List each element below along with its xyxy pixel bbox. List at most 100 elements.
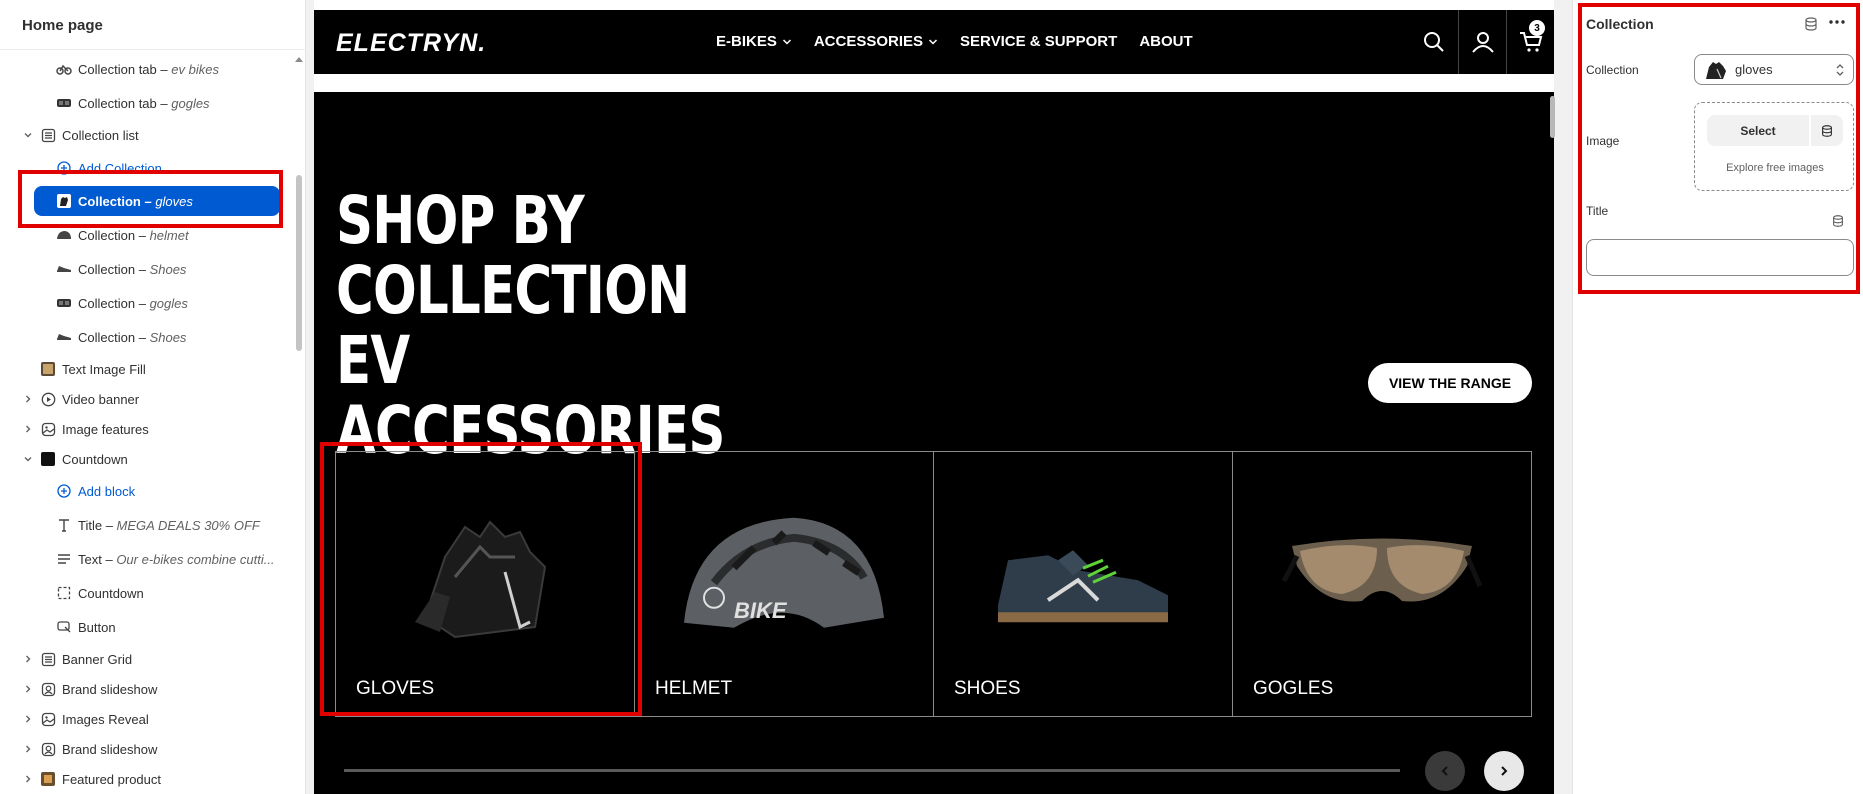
helmet-image: BIKE (684, 517, 884, 628)
menu-item-service-support[interactable]: SERVICE & SUPPORT (960, 33, 1117, 50)
add-block-button[interactable]: Add block (0, 476, 292, 506)
tree-item-collection-gloves[interactable]: Collection – gloves (34, 186, 280, 216)
gloves-thumbnail-icon (1706, 61, 1726, 79)
tree-item-label: Text Image Fill (62, 361, 146, 377)
database-icon[interactable] (1803, 16, 1819, 32)
tree-item-featured-product[interactable]: Featured product (0, 764, 292, 794)
storefront-preview: ELECTRYN. E-BIKES ACCESSORIES SERVICE & … (314, 10, 1554, 794)
tree-item-label: Collection – helmet (78, 227, 189, 243)
collection-picker[interactable]: gloves (1694, 54, 1854, 85)
collection-card-label: GOGLES (1253, 678, 1334, 699)
chevron-down-icon (782, 38, 791, 45)
plus-circle-icon (56, 483, 72, 499)
shoe-image (998, 550, 1168, 623)
tree-item-collection-helmet[interactable]: Collection – helmet (0, 220, 292, 250)
tree-item-text-block[interactable]: Text – Our e-bikes combine cutti... (0, 544, 292, 574)
text-title-icon (56, 517, 72, 533)
slider-progress-bar (344, 769, 1400, 772)
scroll-up-icon[interactable] (293, 54, 305, 64)
collection-picker-value: gloves (1735, 62, 1773, 77)
title-input[interactable] (1586, 239, 1854, 276)
menu-item-e-bikes[interactable]: E-BIKES (716, 33, 792, 50)
tree-item-collection-tab-gogles[interactable]: Collection tab – gogles (0, 88, 292, 118)
explore-free-images-link[interactable]: Explore free images (1695, 162, 1855, 174)
image-thumbnail-icon (40, 361, 56, 377)
play-circle-icon (40, 391, 56, 407)
tree-item-collection-tab-ev-bikes[interactable]: Collection tab – ev bikes (0, 54, 292, 84)
add-collection-button[interactable]: Add Collection (0, 153, 292, 183)
slider-prev-button[interactable] (1425, 751, 1465, 791)
collection-card-gogles[interactable]: GOGLES (1233, 452, 1531, 716)
account-icon[interactable] (1458, 10, 1506, 74)
hero-title: SHOP BY COLLECTION EV ACCESSORIES (336, 182, 725, 469)
image-section-icon (40, 421, 56, 437)
menu-item-about[interactable]: ABOUT (1139, 33, 1192, 50)
menu-item-label: E-BIKES (716, 33, 777, 50)
tree-item-countdown[interactable]: Countdown (0, 444, 292, 474)
tree-item-video-banner[interactable]: Video banner (0, 384, 292, 414)
chevron-down-icon[interactable] (21, 128, 35, 142)
tree-item-label: Image features (62, 421, 149, 437)
tree-item-collection-shoes-2[interactable]: Collection – Shoes (0, 322, 292, 352)
tree-item-title-block[interactable]: Title – MEGA DEALS 30% OFF (0, 510, 292, 540)
chevron-right-icon[interactable] (21, 772, 35, 786)
button-cursor-icon (56, 619, 72, 635)
chevron-right-icon[interactable] (21, 742, 35, 756)
collection-card-label: SHOES (954, 678, 1021, 699)
tree-item-brand-slideshow-2[interactable]: Brand slideshow (0, 734, 292, 764)
tree-item-collection-list[interactable]: Collection list (0, 120, 292, 150)
tree-item-label: Collection – gogles (78, 295, 188, 311)
select-image-button[interactable]: Select (1707, 115, 1809, 146)
menu-item-label: ACCESSORIES (813, 33, 924, 50)
sidebar-scrollbar[interactable] (296, 175, 302, 351)
tree-item-label: Video banner (62, 391, 140, 407)
preview-scrollbar[interactable] (1550, 96, 1555, 138)
collection-label: Collection (1586, 63, 1639, 77)
view-the-range-button[interactable]: VIEW THE RANGE (1368, 363, 1532, 403)
chevron-right-icon[interactable] (21, 422, 35, 436)
page-title: Home page (0, 0, 306, 50)
tree-item-brand-slideshow[interactable]: Brand slideshow (0, 674, 292, 704)
search-icon[interactable] (1410, 10, 1458, 74)
tree-item-label: Collection tab – ev bikes (78, 61, 219, 77)
store-logo[interactable]: ELECTRYN. (336, 29, 486, 58)
chevron-right-icon[interactable] (21, 682, 35, 696)
tree-item-collection-gogles[interactable]: Collection – gogles (0, 288, 292, 318)
image-section-icon (40, 711, 56, 727)
text-lines-icon (56, 551, 72, 567)
tree-item-images-reveal[interactable]: Images Reveal (0, 704, 292, 734)
database-icon[interactable] (1831, 214, 1845, 228)
tree-item-button-block[interactable]: Button (0, 612, 292, 642)
cart-icon[interactable]: 3 (1506, 10, 1554, 74)
tree-item-label: Collection – gloves (78, 193, 193, 209)
tree-item-image-features[interactable]: Image features (0, 414, 292, 444)
tree-item-countdown-block[interactable]: Countdown (0, 578, 292, 608)
chevron-right-icon[interactable] (21, 712, 35, 726)
chevron-right-icon[interactable] (21, 652, 35, 666)
tree-item-banner-grid[interactable]: Banner Grid (0, 644, 292, 674)
tree-item-label: Collection tab – gogles (78, 95, 210, 111)
chevron-down-icon[interactable] (21, 452, 35, 466)
collection-card-shoes[interactable]: SHOES (934, 452, 1233, 716)
goggles-thumbnail-icon (56, 95, 72, 111)
nav-icons: 3 (1410, 10, 1554, 74)
slider-next-button[interactable] (1484, 751, 1524, 791)
image-source-button[interactable] (1811, 115, 1843, 146)
tree-item-label: Banner Grid (62, 651, 133, 667)
add-collection-label: Add Collection (78, 160, 162, 176)
database-icon (1822, 124, 1832, 137)
collection-card-gloves[interactable]: GLOVES (336, 452, 635, 716)
chevron-right-icon[interactable] (21, 392, 35, 406)
chevron-left-icon (1441, 766, 1448, 776)
preview-divider (314, 74, 1554, 92)
tree-item-label: Text – Our e-bikes combine cutti... (78, 551, 275, 567)
tree-item-text-image-fill[interactable]: Text Image Fill (0, 354, 292, 384)
more-options-icon[interactable] (1827, 14, 1847, 30)
list-section-icon (40, 651, 56, 667)
tree-item-label: Button (78, 619, 116, 635)
product-thumbnail-icon (40, 771, 56, 787)
slideshow-icon (40, 681, 56, 697)
menu-item-accessories[interactable]: ACCESSORIES (814, 33, 938, 50)
tree-item-collection-shoes[interactable]: Collection – Shoes (0, 254, 292, 284)
collection-card-helmet[interactable]: BIKE HELMET (635, 452, 934, 716)
